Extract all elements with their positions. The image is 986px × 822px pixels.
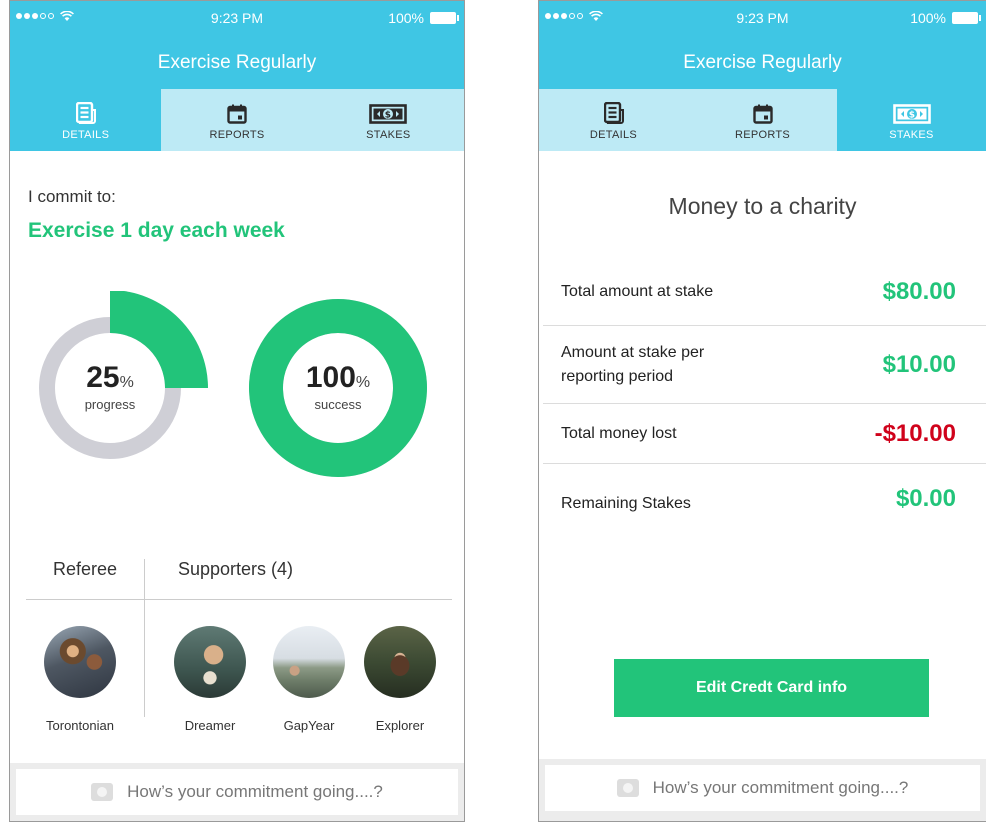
tab-stakes[interactable]: $ STAKES [837, 89, 986, 151]
supporter-card[interactable]: Explorer [355, 626, 445, 733]
supporter-card[interactable]: GapYear [264, 626, 354, 733]
tab-bar: DETAILS REPORTS $ STAKES [539, 89, 986, 151]
compose-input[interactable]: How’s your commitment going....? [16, 769, 458, 815]
supporter-name: Dreamer [184, 718, 236, 733]
stake-value: $10.00 [882, 350, 956, 378]
commit-goal: Exercise 1 day each week [28, 219, 285, 242]
referee-card[interactable]: Torontonian [35, 626, 125, 733]
supporter-card[interactable]: Dreamer [165, 626, 255, 733]
newspaper-icon [603, 100, 624, 124]
compose-bar: How’s your commitment going....? [10, 763, 464, 821]
avatar[interactable] [44, 626, 116, 698]
stake-label: Amount at stake per reporting period [561, 343, 705, 385]
progress-value: 25 [86, 361, 120, 394]
compose-input[interactable]: How’s your commitment going....? [545, 765, 980, 811]
divider [144, 559, 145, 717]
details-screen: 9:23 PM 100% Exercise Regularly DETAILS … [9, 0, 465, 822]
progress-label: 25% progress [50, 361, 170, 412]
edit-credit-card-button[interactable]: Edit Credt Card info [614, 659, 929, 717]
screen-title: Exercise Regularly [10, 37, 464, 89]
supporter-name: Explorer [375, 718, 425, 733]
newspaper-icon [75, 100, 96, 124]
stake-value: $80.00 [882, 278, 956, 305]
status-bar: 9:23 PM 100% [539, 1, 986, 37]
tab-stakes[interactable]: $ STAKES [313, 89, 464, 151]
money-icon: $ [892, 100, 931, 124]
battery-icon [952, 12, 981, 24]
referee-name: Torontonian [46, 718, 114, 733]
status-bar: 9:23 PM 100% [10, 1, 464, 37]
tab-bar: DETAILS REPORTS $ STAKES [10, 89, 464, 151]
money-icon: $ [369, 100, 408, 124]
stake-row-lost: Total money lost -$10.00 [543, 404, 986, 464]
progress-caption: progress [84, 397, 136, 412]
progress-unit: % [119, 374, 134, 391]
success-value: 100 [305, 361, 356, 394]
stake-label: Total money lost [561, 424, 677, 442]
tab-details[interactable]: DETAILS [539, 89, 688, 151]
divider [26, 599, 452, 600]
camera-icon[interactable] [616, 779, 639, 797]
tab-stakes-label: STAKES [366, 128, 411, 141]
referee-title: Referee [53, 559, 118, 579]
calendar-icon [227, 100, 247, 124]
success-label: 100% success [278, 361, 398, 412]
avatar[interactable] [273, 626, 345, 698]
svg-text:$: $ [908, 110, 915, 120]
battery-percent: 100% [388, 10, 424, 26]
success-unit: % [355, 374, 371, 391]
stake-row-total: Total amount at stake $80.00 [543, 259, 986, 326]
compose-placeholder: How’s your commitment going....? [652, 778, 909, 797]
stake-value: -$10.00 [874, 419, 956, 447]
stake-value: $0.00 [895, 485, 956, 512]
tab-reports[interactable]: REPORTS [161, 89, 312, 151]
avatar[interactable] [364, 626, 436, 698]
stakes-screen: 9:23 PM 100% Exercise Regularly DETAILS … [538, 0, 986, 822]
success-caption: success [314, 397, 362, 412]
battery-icon [430, 12, 459, 24]
avatar[interactable] [174, 626, 246, 698]
supporter-name: GapYear [283, 718, 335, 733]
compose-bar: How’s your commitment going....? [539, 759, 986, 821]
commit-label: I commit to: [28, 187, 116, 206]
stake-row-per-period: Amount at stake per reporting period $10… [543, 326, 986, 404]
tab-details-label: DETAILS [62, 128, 110, 141]
stakes-title: Money to a charity [668, 193, 857, 219]
tab-reports-label: REPORTS [734, 128, 791, 141]
svg-text:$: $ [385, 110, 392, 120]
tab-details-label: DETAILS [589, 128, 638, 141]
stake-label: Remaining Stakes [561, 495, 691, 512]
stake-row-remaining: Remaining Stakes $0.00 [543, 464, 986, 544]
stake-label: Total amount at stake [561, 283, 714, 300]
supporters-title[interactable]: Supporters (4) [178, 559, 293, 580]
battery-percent: 100% [910, 10, 946, 26]
tab-reports-label: REPORTS [209, 128, 265, 141]
camera-icon[interactable] [91, 783, 114, 801]
compose-placeholder: How’s your commitment going....? [127, 782, 383, 801]
progress-charts: 25% progress 100% success [10, 291, 464, 491]
tab-details[interactable]: DETAILS [10, 89, 162, 151]
calendar-icon [752, 100, 773, 124]
screen-title: Exercise Regularly [539, 37, 986, 89]
tab-stakes-label: STAKES [889, 128, 934, 141]
tab-reports[interactable]: REPORTS [688, 89, 837, 151]
